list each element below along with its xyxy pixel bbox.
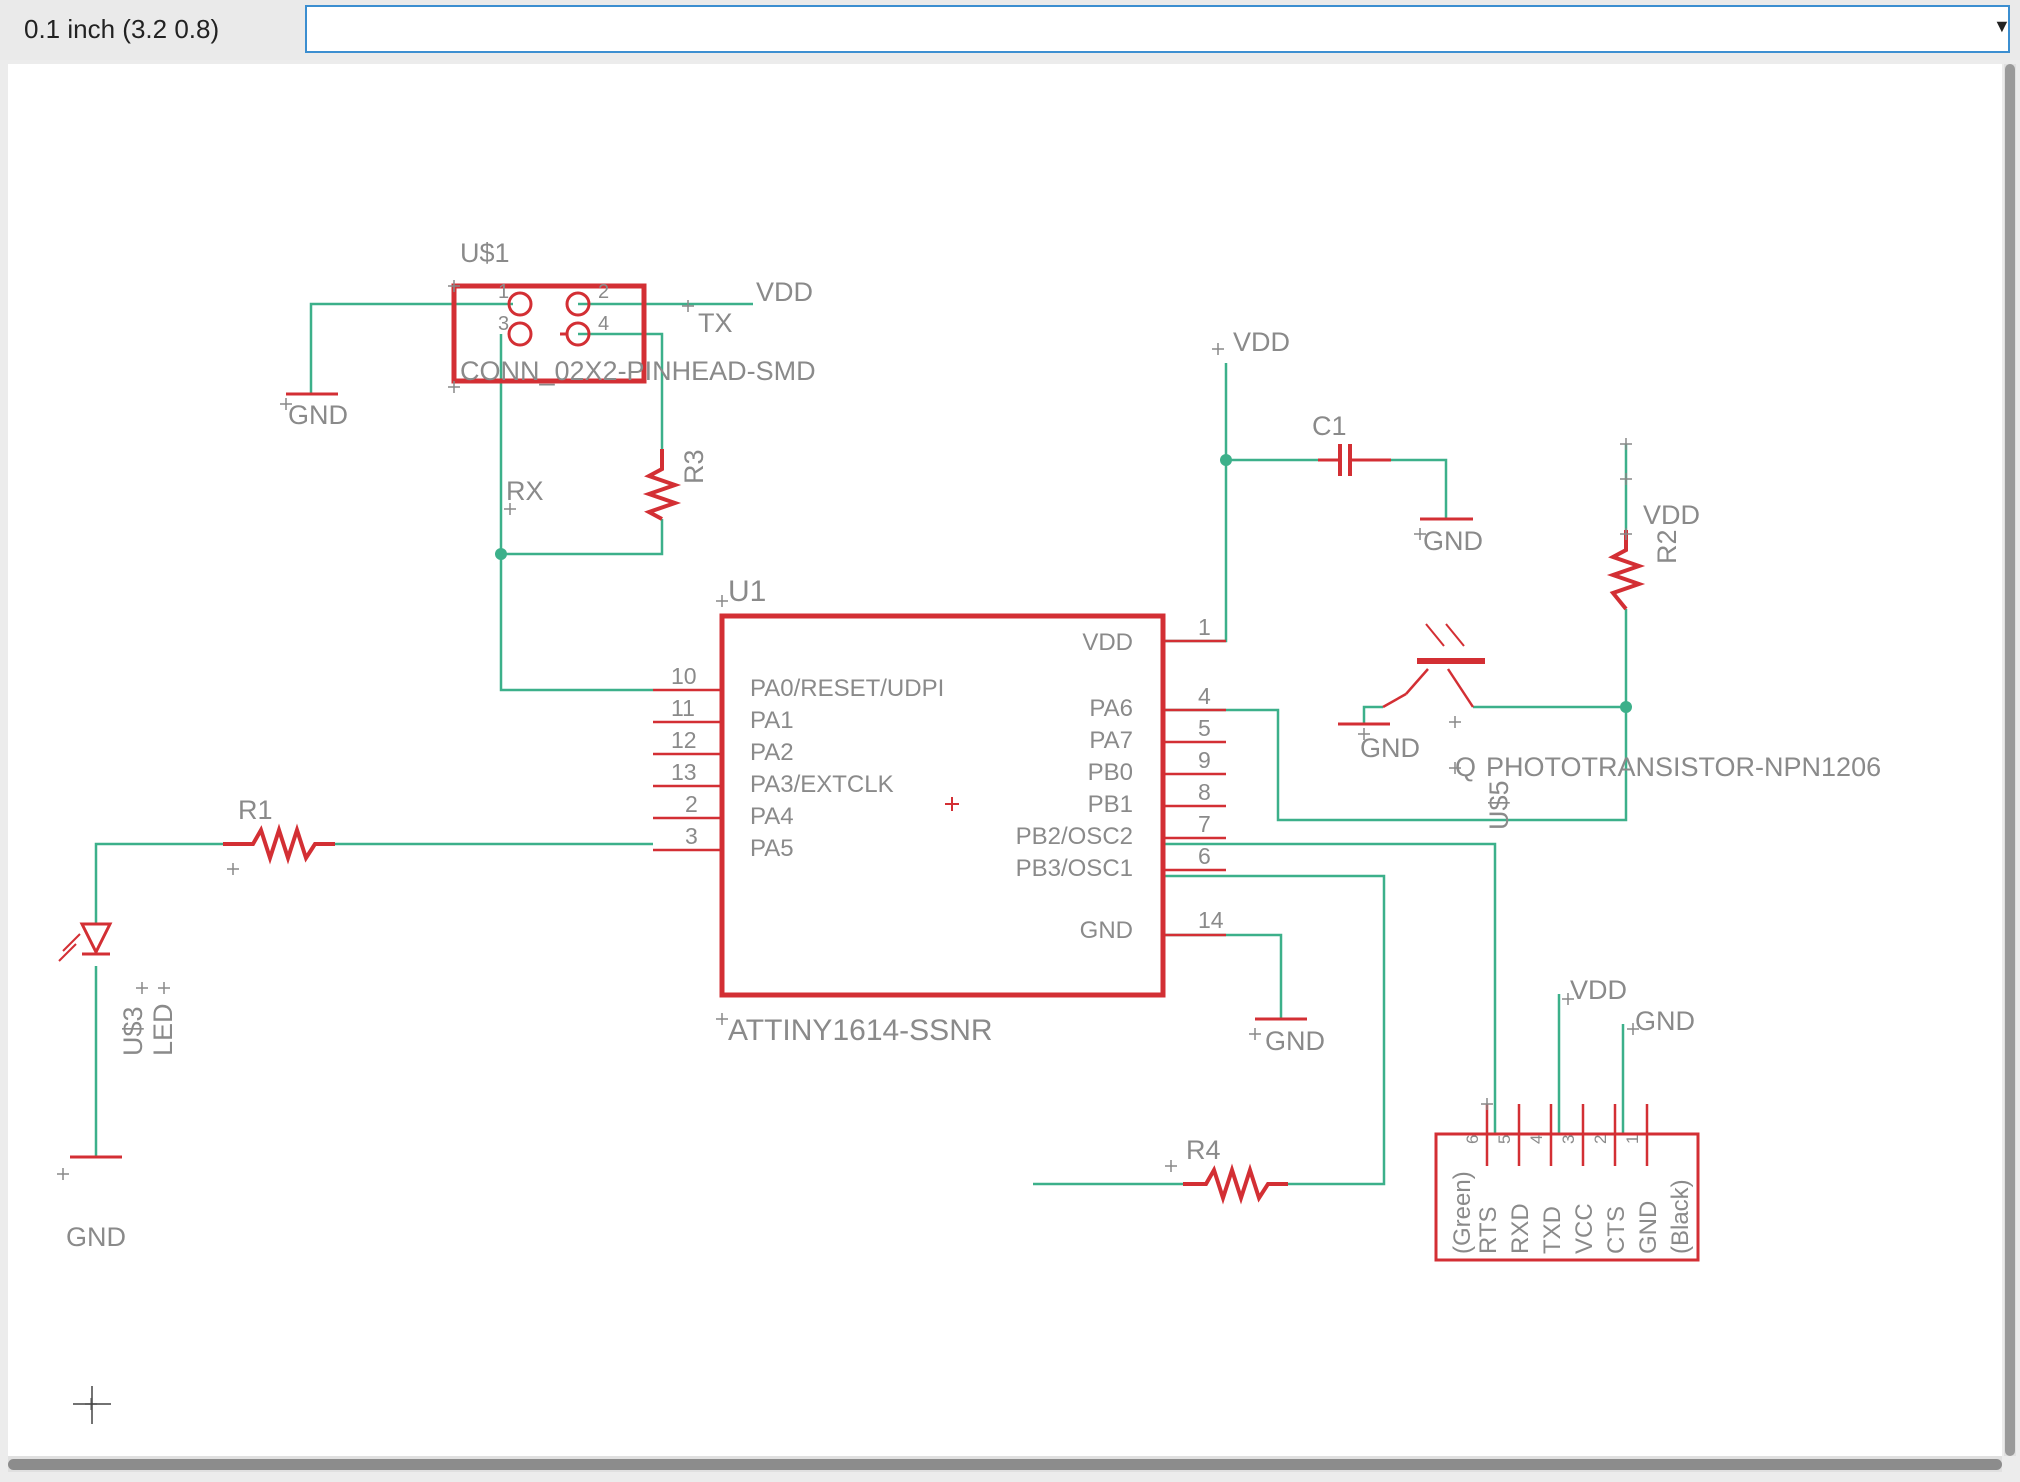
gnd-label-c1: GND — [1423, 526, 1483, 556]
schematic-canvas[interactable]: U$1 CONN_02X2-PINHEAD-SMD 1 2 3 4 VDD TX… — [8, 64, 2002, 1456]
r4-name: R4 — [1186, 1135, 1221, 1165]
command-line-input[interactable] — [305, 5, 2010, 53]
connector-pin-4: 4 — [598, 313, 609, 335]
horizontal-scrollbar-thumb[interactable] — [8, 1459, 2002, 1470]
c1-name: C1 — [1312, 411, 1347, 441]
ftdi-pin-num-6: 6 — [1463, 1135, 1482, 1144]
ftdi-label-green: (Green) — [1449, 1171, 1476, 1254]
mcu-pin-num-3: 3 — [685, 823, 698, 849]
labels: U$1 CONN_02X2-PINHEAD-SMD 1 2 3 4 VDD TX… — [66, 238, 1881, 1254]
ftdi-label-cts: CTS — [1603, 1206, 1630, 1254]
mcu-pin-label-gnd: GND — [1080, 917, 1133, 944]
horizontal-scrollbar[interactable] — [8, 1456, 2002, 1472]
ftdi-label-vcc: VCC — [1571, 1203, 1598, 1254]
mcu-value: ATTINY1614-SSNR — [728, 1014, 993, 1047]
mcu-pin-num-1: 1 — [1198, 614, 1211, 640]
mcu-pin-num-14: 14 — [1198, 907, 1224, 933]
mcu-pin-label-pa7: PA7 — [1089, 727, 1133, 754]
gnd-label-connector: GND — [288, 400, 348, 430]
ftdi-label-gnd: GND — [1635, 1201, 1662, 1254]
gnd-label-led: GND — [66, 1222, 126, 1252]
toolbar: 0.1 inch (3.2 0.8) ▼ — [0, 0, 2020, 60]
led-value: LED — [148, 1003, 178, 1056]
mcu-pin-num-9: 9 — [1198, 747, 1211, 773]
net-label-tx: TX — [698, 308, 733, 338]
gnd-label-mcu: GND — [1265, 1026, 1325, 1056]
mcu-pin-label-pa4: PA4 — [750, 803, 794, 830]
mcu-pin-num-10: 10 — [671, 663, 697, 689]
junctions — [495, 454, 1632, 713]
connector-pin-1: 1 — [498, 281, 509, 303]
ftdi-pin-num-3: 3 — [1559, 1135, 1578, 1144]
mcu-pin-label-pa0: PA0/RESET/UDPI — [750, 675, 944, 702]
mcu-pin-label-pb2: PB2/OSC2 — [1016, 823, 1133, 850]
mcu-pin-num-11: 11 — [671, 695, 695, 721]
mcu-pin-num-4: 4 — [1198, 683, 1211, 709]
phototransistor-name: U$5 — [1484, 780, 1514, 830]
mcu-pin-label-pa5: PA5 — [750, 835, 794, 862]
connector-name: U$1 — [460, 238, 510, 268]
connector-pin-3: 3 — [498, 313, 509, 335]
connector-value: CONN_02X2-PINHEAD-SMD — [460, 356, 816, 386]
phototransistor-value: PHOTOTRANSISTOR-NPN1206 — [1486, 752, 1881, 782]
ftdi-pin-num-4: 4 — [1527, 1135, 1546, 1144]
r1-name: R1 — [238, 795, 273, 825]
crosshair-cursor-icon — [73, 1386, 111, 1424]
mcu-pin-num-8: 8 — [1198, 779, 1211, 805]
r3-name: R3 — [679, 449, 709, 484]
schematic-drawing[interactable]: U$1 CONN_02X2-PINHEAD-SMD 1 2 3 4 VDD TX… — [8, 64, 2002, 1456]
mcu-pin-label-vdd: VDD — [1082, 629, 1133, 656]
ftdi-pin-num-5: 5 — [1495, 1135, 1514, 1144]
ftdi-pin-num-1: 1 — [1623, 1135, 1642, 1144]
gnd-label-phototransistor: GND — [1360, 733, 1420, 763]
mcu-pin-label-pa1: PA1 — [750, 707, 794, 734]
ftdi-label-txd: TXD — [1539, 1206, 1566, 1254]
mcu-pin-label-pa2: PA2 — [750, 739, 794, 766]
command-history-dropdown-icon[interactable]: ▼ — [1993, 16, 2011, 37]
mcu-pin-label-pb0: PB0 — [1088, 759, 1133, 786]
net-label-vdd-connector: VDD — [756, 277, 813, 307]
mcu-pin-num-5: 5 — [1198, 715, 1211, 741]
ftdi-label-black: (Black) — [1667, 1179, 1694, 1254]
mcu-pin-num-13: 13 — [671, 759, 697, 785]
gnd-label-ftdi: GND — [1635, 1006, 1695, 1036]
vdd-label-r2: VDD — [1643, 500, 1700, 530]
mcu-pin-num-2: 2 — [685, 791, 698, 817]
r2-name: R2 — [1652, 529, 1682, 564]
ftdi-label-rts: RTS — [1475, 1206, 1502, 1254]
vdd-label-c1: VDD — [1233, 327, 1290, 357]
mcu-pin-label-pb3: PB3/OSC1 — [1016, 855, 1133, 882]
vertical-scrollbar-thumb[interactable] — [2005, 64, 2015, 1456]
phototransistor-q: Q — [1455, 752, 1476, 782]
mcu-pin-num-7: 7 — [1198, 811, 1211, 837]
vdd-label-ftdi: VDD — [1570, 975, 1627, 1005]
led-name: U$3 — [118, 1006, 148, 1056]
mcu-pin-num-6: 6 — [1198, 843, 1211, 869]
mcu-pin-label-pa3: PA3/EXTCLK — [750, 771, 894, 798]
mcu-pin-num-12: 12 — [671, 727, 697, 753]
ftdi-pin-num-2: 2 — [1591, 1135, 1610, 1144]
mcu-pin-label-pa6: PA6 — [1089, 695, 1133, 722]
ftdi-label-rxd: RXD — [1507, 1203, 1534, 1254]
connector-pin-2: 2 — [598, 281, 609, 303]
grid-coordinate-readout: 0.1 inch (3.2 0.8) — [24, 14, 220, 44]
vertical-scrollbar[interactable] — [2004, 64, 2016, 1456]
net-label-rx: RX — [506, 476, 544, 506]
mcu-pin-label-pb1: PB1 — [1088, 791, 1133, 818]
mcu-name: U1 — [728, 575, 766, 608]
